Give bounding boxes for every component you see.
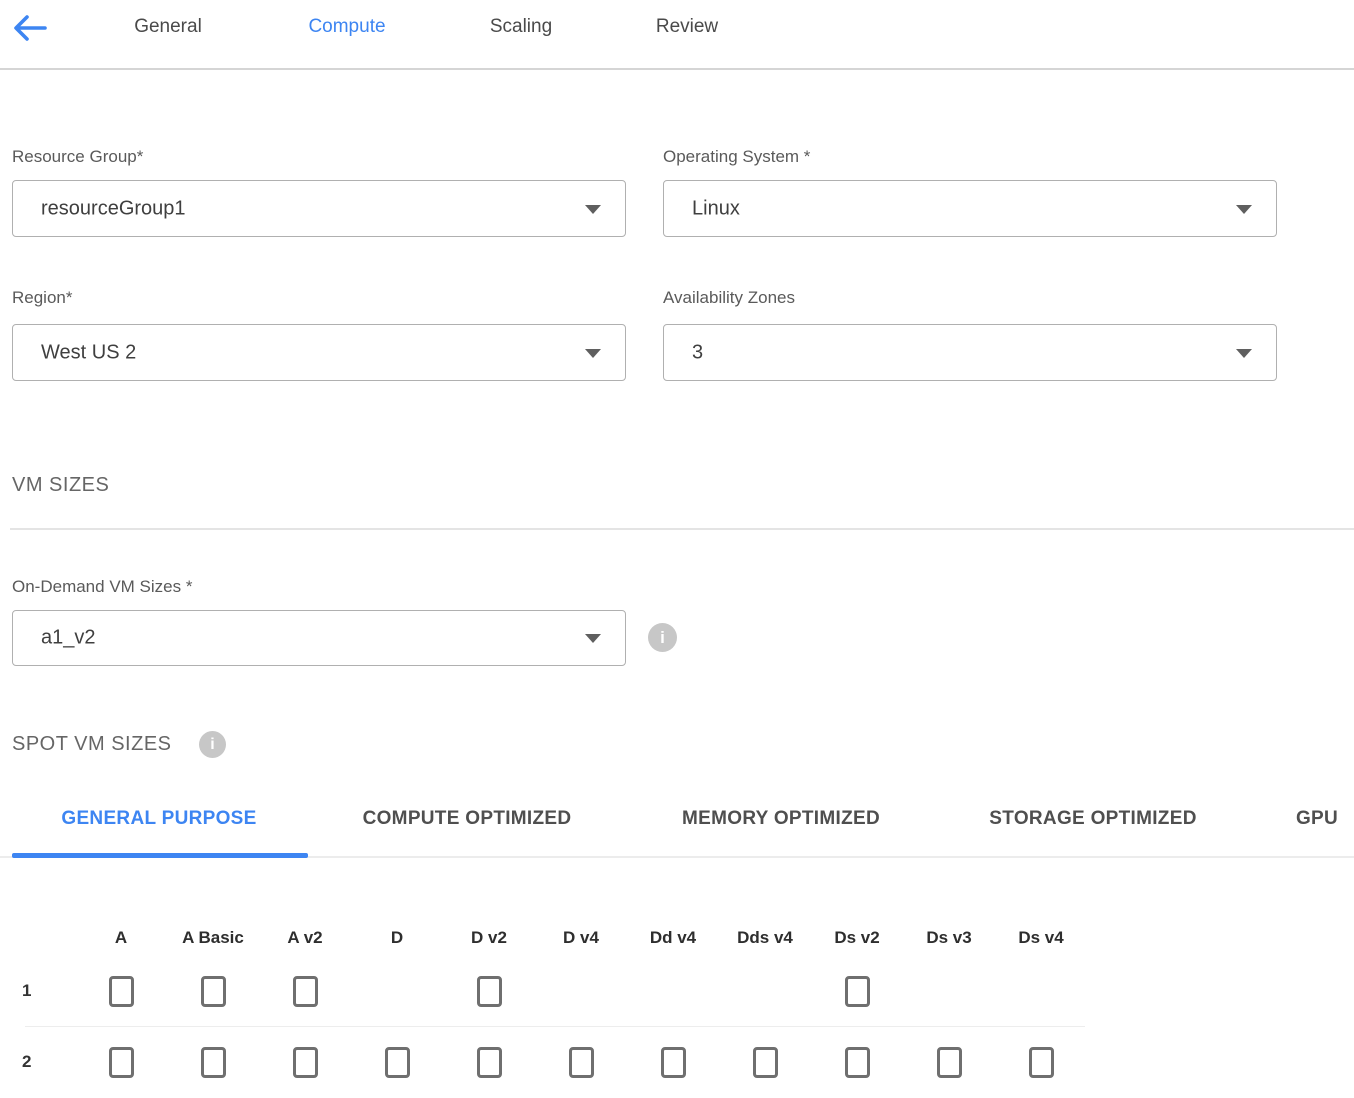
spot-tab-compute-optimized[interactable]: COMPUTE OPTIMIZED (363, 808, 572, 830)
vm-size-cell (351, 1027, 443, 1097)
vm-size-cell (627, 1027, 719, 1097)
vm-size-checkbox[interactable] (937, 1047, 962, 1078)
arrow-left-icon (11, 11, 49, 45)
resource-group-value: resourceGroup1 (41, 197, 186, 220)
vm-size-row: 2 (0, 1027, 1087, 1097)
row-label: 2 (0, 1052, 75, 1072)
operating-system-value: Linux (692, 197, 740, 220)
tab-scaling[interactable]: Scaling (490, 16, 552, 38)
vm-size-checkbox[interactable] (293, 1047, 318, 1078)
vm-size-checkbox[interactable] (109, 976, 134, 1007)
vm-size-checkbox[interactable] (109, 1047, 134, 1078)
vm-family-column-header: A v2 (259, 928, 351, 948)
vm-family-column-header: Dd v4 (627, 928, 719, 948)
chevron-down-icon (1236, 205, 1252, 214)
vm-size-checkbox[interactable] (569, 1047, 594, 1078)
vm-size-cell (443, 956, 535, 1026)
vm-size-row: 1 (0, 956, 1087, 1026)
vm-size-cell (259, 1027, 351, 1097)
vm-sizes-heading: VM SIZES (12, 474, 109, 497)
vm-size-checkbox[interactable] (661, 1047, 686, 1078)
vm-size-cell (719, 1027, 811, 1097)
chevron-down-icon (585, 349, 601, 358)
chevron-down-icon (585, 205, 601, 214)
tab-compute[interactable]: Compute (308, 16, 385, 38)
vm-size-cell (811, 956, 903, 1026)
region-label: Region* (12, 288, 73, 308)
vm-family-column-header: Ds v2 (811, 928, 903, 948)
vm-size-checkbox[interactable] (201, 976, 226, 1007)
vm-size-grid: AA BasicA v2DD v2D v4Dd v4Dds v4Ds v2Ds … (0, 920, 1087, 1097)
vm-family-column-header: Ds v4 (995, 928, 1087, 948)
operating-system-label: Operating System * (663, 147, 810, 167)
vm-size-cell (995, 1027, 1087, 1097)
vm-size-checkbox[interactable] (753, 1047, 778, 1078)
vm-size-cell (167, 956, 259, 1026)
vm-family-column-header: A (75, 928, 167, 948)
vm-size-cell (995, 956, 1087, 1026)
vm-size-cell (351, 956, 443, 1026)
spot-tab-storage-optimized[interactable]: STORAGE OPTIMIZED (989, 808, 1196, 830)
info-icon[interactable]: i (199, 731, 226, 758)
vm-size-checkbox[interactable] (201, 1047, 226, 1078)
active-tab-indicator (12, 853, 308, 858)
on-demand-vm-sizes-dropdown[interactable]: a1_v2 (12, 610, 626, 666)
spot-vm-sizes-heading: SPOT VM SIZES (12, 733, 172, 756)
vm-family-column-header: A Basic (167, 928, 259, 948)
back-button[interactable] (11, 11, 51, 47)
spot-tab-memory-optimized[interactable]: MEMORY OPTIMIZED (682, 808, 880, 830)
vm-size-checkbox[interactable] (477, 1047, 502, 1078)
resource-group-label: Resource Group* (12, 147, 143, 167)
chevron-down-icon (585, 634, 601, 643)
vm-size-checkbox[interactable] (845, 1047, 870, 1078)
operating-system-dropdown[interactable]: Linux (663, 180, 1277, 237)
vm-size-cell (75, 956, 167, 1026)
region-dropdown[interactable]: West US 2 (12, 324, 626, 381)
vm-size-cell (259, 956, 351, 1026)
info-icon[interactable]: i (648, 623, 677, 652)
availability-zones-value: 3 (692, 341, 703, 364)
vm-family-column-header: D (351, 928, 443, 948)
row-label: 1 (0, 981, 75, 1001)
on-demand-vm-sizes-value: a1_v2 (41, 627, 96, 650)
vm-size-grid-header: AA BasicA v2DD v2D v4Dd v4Dds v4Ds v2Ds … (0, 920, 1087, 956)
resource-group-dropdown[interactable]: resourceGroup1 (12, 180, 626, 237)
vm-size-cell (719, 956, 811, 1026)
vm-size-cell (75, 1027, 167, 1097)
tab-review[interactable]: Review (656, 16, 718, 38)
vm-size-checkbox[interactable] (845, 976, 870, 1007)
on-demand-vm-sizes-label: On-Demand VM Sizes * (12, 577, 192, 597)
spot-tab-gpu[interactable]: GPU (1296, 808, 1338, 830)
availability-zones-dropdown[interactable]: 3 (663, 324, 1277, 381)
vm-size-cell (903, 1027, 995, 1097)
vm-size-checkbox[interactable] (477, 976, 502, 1007)
availability-zones-label: Availability Zones (663, 288, 795, 308)
vm-size-cell (903, 956, 995, 1026)
vm-size-checkbox[interactable] (1029, 1047, 1054, 1078)
vm-size-cell (811, 1027, 903, 1097)
wizard-tab-bar: General Compute Scaling Review (0, 0, 1354, 70)
vm-size-cell (627, 956, 719, 1026)
vm-family-column-header: D v4 (535, 928, 627, 948)
region-value: West US 2 (41, 341, 136, 364)
vm-family-column-header: D v2 (443, 928, 535, 948)
vm-size-checkbox[interactable] (385, 1047, 410, 1078)
tab-general[interactable]: General (134, 16, 202, 38)
vm-size-cell (443, 1027, 535, 1097)
spot-tab-general-purpose[interactable]: GENERAL PURPOSE (61, 808, 256, 830)
vm-size-checkbox[interactable] (293, 976, 318, 1007)
vm-size-cell (535, 1027, 627, 1097)
section-divider (10, 528, 1354, 530)
vm-family-column-header: Dds v4 (719, 928, 811, 948)
vm-size-cell (167, 1027, 259, 1097)
chevron-down-icon (1236, 349, 1252, 358)
vm-family-column-header: Ds v3 (903, 928, 995, 948)
vm-size-cell (535, 956, 627, 1026)
